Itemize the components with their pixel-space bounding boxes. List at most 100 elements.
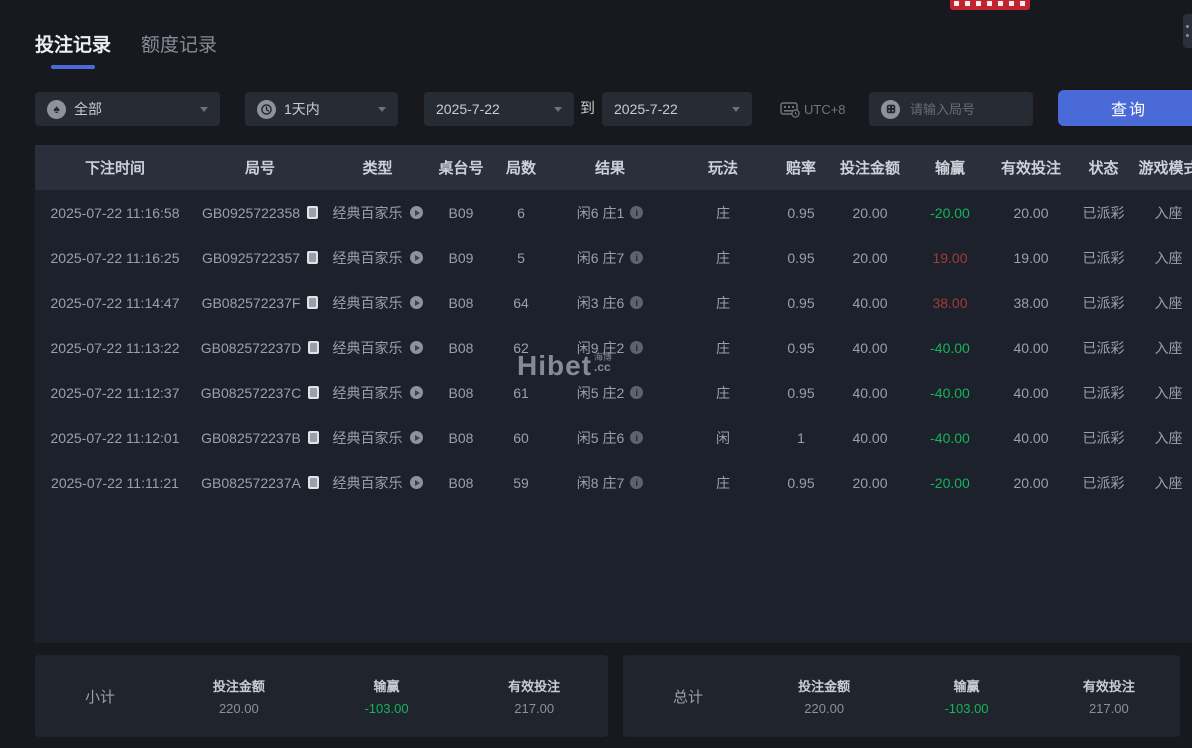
game-mode: 入座 xyxy=(1154,384,1183,401)
round-id-text: GB082572237B xyxy=(201,429,301,446)
replay-icon[interactable] xyxy=(409,386,423,399)
round-no: 5 xyxy=(517,249,525,266)
subtotal-winloss: 输赢 -103.00 xyxy=(364,679,409,716)
table-row: 2025-07-22 11:12:01 GB082572237B 经典百家乐 B… xyxy=(35,415,1192,460)
result-text: 闲5 庄2 xyxy=(576,384,625,401)
replay-icon[interactable] xyxy=(409,431,423,444)
round-id-text: GB082572237D xyxy=(200,339,302,356)
win-loss: 38.00 xyxy=(932,294,968,311)
date-to-select[interactable]: 2025-7-22 xyxy=(602,92,752,126)
info-icon[interactable]: i xyxy=(630,386,644,399)
tab-quota-records[interactable]: 额度记录 xyxy=(141,30,217,69)
floating-widget-cropped[interactable] xyxy=(1183,14,1192,48)
play-type: 闲 xyxy=(716,429,730,446)
col-game-type: 类型 xyxy=(362,160,393,177)
copy-icon[interactable] xyxy=(307,206,319,219)
time-range-value: 1天内 xyxy=(284,101,320,117)
win-loss: -40.00 xyxy=(930,384,970,401)
bet-time: 2025-07-22 11:13:22 xyxy=(50,339,180,356)
info-icon[interactable]: i xyxy=(630,476,644,489)
info-icon[interactable]: i xyxy=(630,251,644,264)
win-loss: -40.00 xyxy=(930,339,970,356)
game-type-text: 经典百家乐 xyxy=(332,474,403,491)
bet-time: 2025-07-22 11:14:47 xyxy=(50,294,180,311)
bet-time: 2025-07-22 11:12:37 xyxy=(50,384,180,401)
status: 已派彩 xyxy=(1082,384,1125,401)
date-to-value: 2025-7-22 xyxy=(614,101,678,117)
valid-bet: 40.00 xyxy=(1013,339,1049,356)
round-id-text: GB0925722357 xyxy=(201,249,301,266)
total-winloss: 输赢 -103.00 xyxy=(944,679,989,716)
spade-icon: ♠ xyxy=(47,99,66,119)
round-search-input[interactable] xyxy=(908,100,1022,118)
game-type-select[interactable]: ♠ 全部 xyxy=(35,92,220,126)
valid-bet: 38.00 xyxy=(1013,294,1049,311)
bet-records-page: 投注记录 额度记录 ♠ 全部 1天内 2025-7-22 到 2025-7-22 xyxy=(0,0,1192,748)
total-panel: 总计 投注金额 220.00 输赢 -103.00 有效投注 217.00 xyxy=(623,655,1180,737)
date-from-select[interactable]: 2025-7-22 xyxy=(424,92,574,126)
info-icon[interactable]: i xyxy=(630,431,644,444)
replay-icon[interactable] xyxy=(409,296,423,309)
valid-bet: 20.00 xyxy=(1013,204,1049,221)
copy-icon[interactable] xyxy=(307,296,319,309)
replay-icon[interactable] xyxy=(409,476,423,489)
time-range-select[interactable]: 1天内 xyxy=(245,92,398,126)
info-icon[interactable]: i xyxy=(630,206,644,219)
game-type-text: 经典百家乐 xyxy=(332,204,403,221)
date-from-value: 2025-7-22 xyxy=(436,101,500,117)
result: 闲3 庄6 i xyxy=(550,280,670,325)
valid-bet: 19.00 xyxy=(1013,249,1049,266)
valid-bet: 20.00 xyxy=(1013,474,1049,491)
round-no: 59 xyxy=(513,474,529,491)
game-type-text: 经典百家乐 xyxy=(332,249,403,266)
odds: 0.95 xyxy=(787,249,815,266)
replay-icon[interactable] xyxy=(409,251,423,264)
result: 闲6 庄1 i xyxy=(550,190,670,235)
result-text: 闲3 庄6 xyxy=(576,294,625,311)
table-no: B08 xyxy=(448,294,474,311)
subtotal-label: 小计 xyxy=(84,688,115,706)
copy-icon[interactable] xyxy=(307,476,319,489)
status: 已派彩 xyxy=(1082,294,1125,311)
result-text: 闲9 庄2 xyxy=(576,339,625,356)
clock-icon xyxy=(257,99,276,119)
col-valid-bet: 有效投注 xyxy=(1000,160,1061,177)
win-loss: -20.00 xyxy=(930,474,970,491)
tab-bet-records[interactable]: 投注记录 xyxy=(35,30,111,69)
game-mode: 入座 xyxy=(1154,474,1183,491)
copy-icon[interactable] xyxy=(307,431,319,444)
copy-icon[interactable] xyxy=(307,251,319,264)
round-no: 61 xyxy=(513,384,529,401)
bet-amount: 20.00 xyxy=(852,249,888,266)
keyboard-clock-icon xyxy=(780,101,800,118)
replay-icon[interactable] xyxy=(409,206,423,219)
round-id-text: GB082572237F xyxy=(201,294,301,311)
copy-icon[interactable] xyxy=(308,386,320,399)
bet-amount: 40.00 xyxy=(852,429,888,446)
timezone-label: UTC+8 xyxy=(804,101,846,117)
search-button[interactable]: 查询 xyxy=(1058,90,1192,126)
col-bet-amount: 投注金额 xyxy=(839,160,900,177)
chevron-down-icon xyxy=(200,106,208,112)
game-type-text: 经典百家乐 xyxy=(332,429,403,446)
info-icon[interactable]: i xyxy=(630,296,644,309)
round-no: 62 xyxy=(513,339,529,356)
table-row: 2025-07-22 11:12:37 GB082572237C 经典百家乐 B… xyxy=(35,370,1192,415)
status: 已派彩 xyxy=(1082,429,1125,446)
round-id: GB082572237F xyxy=(195,280,325,325)
game-type: 经典百家乐 xyxy=(325,415,430,460)
col-odds: 赔率 xyxy=(785,160,816,177)
play-type: 庄 xyxy=(716,384,730,401)
bet-amount: 20.00 xyxy=(852,204,888,221)
game-type-text: 经典百家乐 xyxy=(332,339,403,356)
play-type: 庄 xyxy=(716,249,730,266)
col-round-id: 局号 xyxy=(244,160,275,177)
result: 闲5 庄6 i xyxy=(550,415,670,460)
replay-icon[interactable] xyxy=(409,341,423,354)
result-text: 闲5 庄6 xyxy=(576,429,625,446)
game-type-text: 经典百家乐 xyxy=(332,384,403,401)
info-icon[interactable]: i xyxy=(630,341,644,354)
game-type: 经典百家乐 xyxy=(325,280,430,325)
copy-icon[interactable] xyxy=(308,341,320,354)
game-type-text: 经典百家乐 xyxy=(332,294,403,311)
